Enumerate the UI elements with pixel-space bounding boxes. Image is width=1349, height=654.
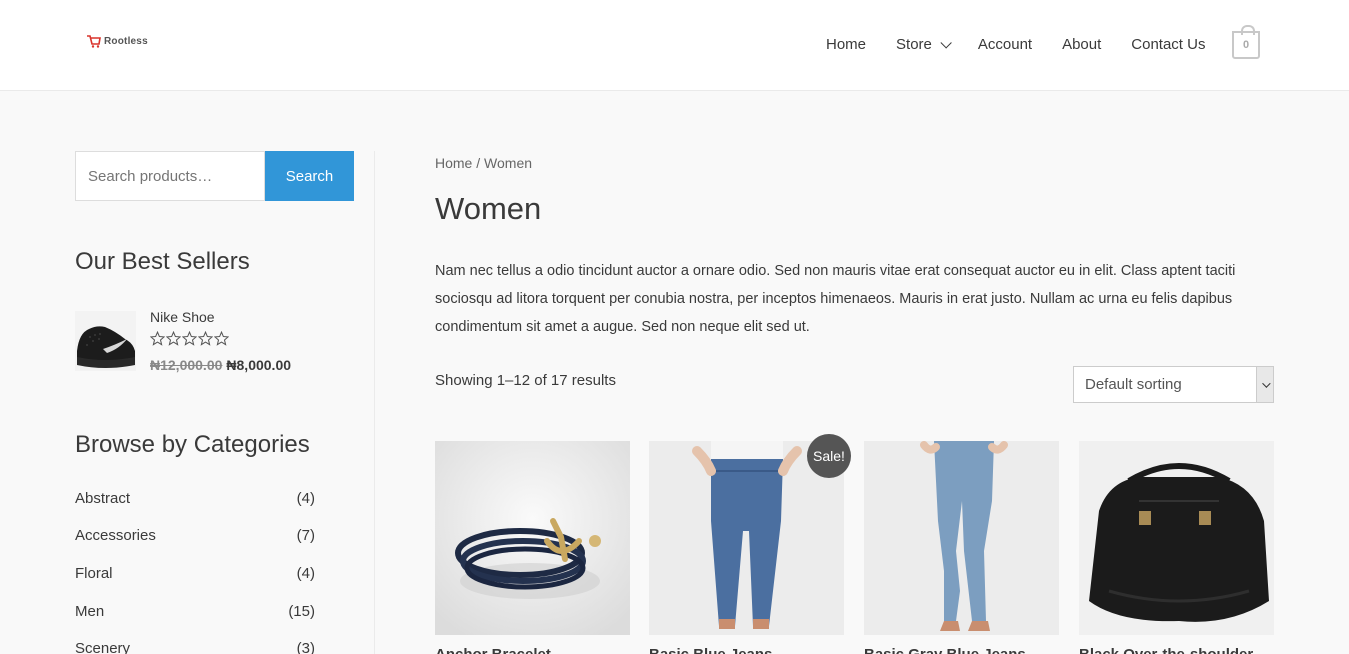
best-sellers-title: Our Best Sellers: [75, 248, 250, 275]
sale-badge: Sale!: [807, 434, 851, 478]
category-name[interactable]: Scenery: [75, 640, 130, 654]
breadcrumb: Home / Women: [435, 155, 532, 171]
star-rating: [150, 331, 229, 346]
product-title[interactable]: Basic Blue Jeans: [649, 646, 844, 654]
category-count: (3): [296, 640, 315, 654]
product-title[interactable]: Black Over-the-shoulder: [1079, 646, 1274, 654]
category-count: (4): [296, 490, 315, 507]
categories-title: Browse by Categories: [75, 431, 310, 458]
category-description: Nam nec tellus a odio tincidunt auctor a…: [435, 263, 1236, 335]
search-input[interactable]: [75, 151, 265, 201]
nav-store[interactable]: Store: [896, 36, 952, 53]
nav-home[interactable]: Home: [826, 36, 866, 53]
star-empty-icon: [182, 331, 197, 346]
category-count: (15): [288, 603, 315, 620]
chevron-down-icon: [940, 36, 952, 49]
product-image[interactable]: [1079, 441, 1274, 635]
handbag-image-icon: [1079, 441, 1274, 635]
shoe-image-icon: [75, 311, 136, 371]
category-item[interactable]: Men (15): [75, 603, 315, 620]
site-header: Rootless Home Store Account About Contac…: [0, 0, 1349, 91]
breadcrumb-separator: /: [472, 155, 485, 171]
product-image[interactable]: [864, 441, 1059, 635]
star-empty-icon: [198, 331, 213, 346]
nike-shoe-image[interactable]: [75, 311, 136, 371]
cart-icon[interactable]: 0: [1232, 25, 1260, 59]
category-count: (4): [296, 565, 315, 582]
logo[interactable]: Rootless: [86, 33, 148, 49]
sort-select[interactable]: Default sorting: [1073, 366, 1274, 403]
logo-text: Rootless: [104, 35, 148, 47]
jeans-image-icon: [864, 441, 1059, 635]
best-seller-price: ₦12,000.00 ₦8,000.00: [150, 357, 291, 373]
star-empty-icon: [150, 331, 165, 346]
sort-selected: Default sorting: [1085, 376, 1182, 393]
product-image[interactable]: [435, 441, 630, 635]
sidebar-divider: [374, 151, 375, 654]
nav-contact[interactable]: Contact Us: [1131, 36, 1205, 53]
sale-price: ₦8,000.00: [226, 357, 292, 373]
category-item[interactable]: Scenery (3): [75, 640, 315, 654]
star-empty-icon: [214, 331, 229, 346]
category-count: (7): [296, 527, 315, 544]
logo-cart-icon: [87, 35, 101, 48]
nav-store-label: Store: [896, 36, 932, 53]
nav-account[interactable]: Account: [978, 36, 1032, 53]
product-title[interactable]: Basic Gray Blue Jeans: [864, 646, 1059, 654]
breadcrumb-current: Women: [484, 155, 533, 171]
cart-count: 0: [1242, 39, 1250, 51]
best-seller-name[interactable]: Nike Shoe: [150, 309, 215, 325]
category-item[interactable]: Abstract (4): [75, 490, 315, 507]
star-empty-icon: [166, 331, 181, 346]
breadcrumb-home[interactable]: Home: [435, 155, 472, 171]
chevron-down-icon: [1256, 367, 1273, 402]
old-price: ₦12,000.00: [150, 357, 223, 373]
nav-about[interactable]: About: [1062, 36, 1101, 53]
category-name[interactable]: Abstract: [75, 490, 130, 507]
bracelet-image-icon: [435, 441, 630, 635]
category-name[interactable]: Men: [75, 603, 104, 620]
page-title: Women: [435, 191, 542, 226]
category-item[interactable]: Accessories (7): [75, 527, 315, 544]
product-title[interactable]: Anchor Bracelet: [435, 646, 630, 654]
search-button[interactable]: Search: [265, 151, 354, 201]
result-count: Showing 1–12 of 17 results: [435, 372, 616, 389]
main-nav: Home Store Account About Contact Us: [826, 36, 1235, 53]
category-name[interactable]: Accessories: [75, 527, 156, 544]
category-name[interactable]: Floral: [75, 565, 113, 582]
category-item[interactable]: Floral (4): [75, 565, 315, 582]
